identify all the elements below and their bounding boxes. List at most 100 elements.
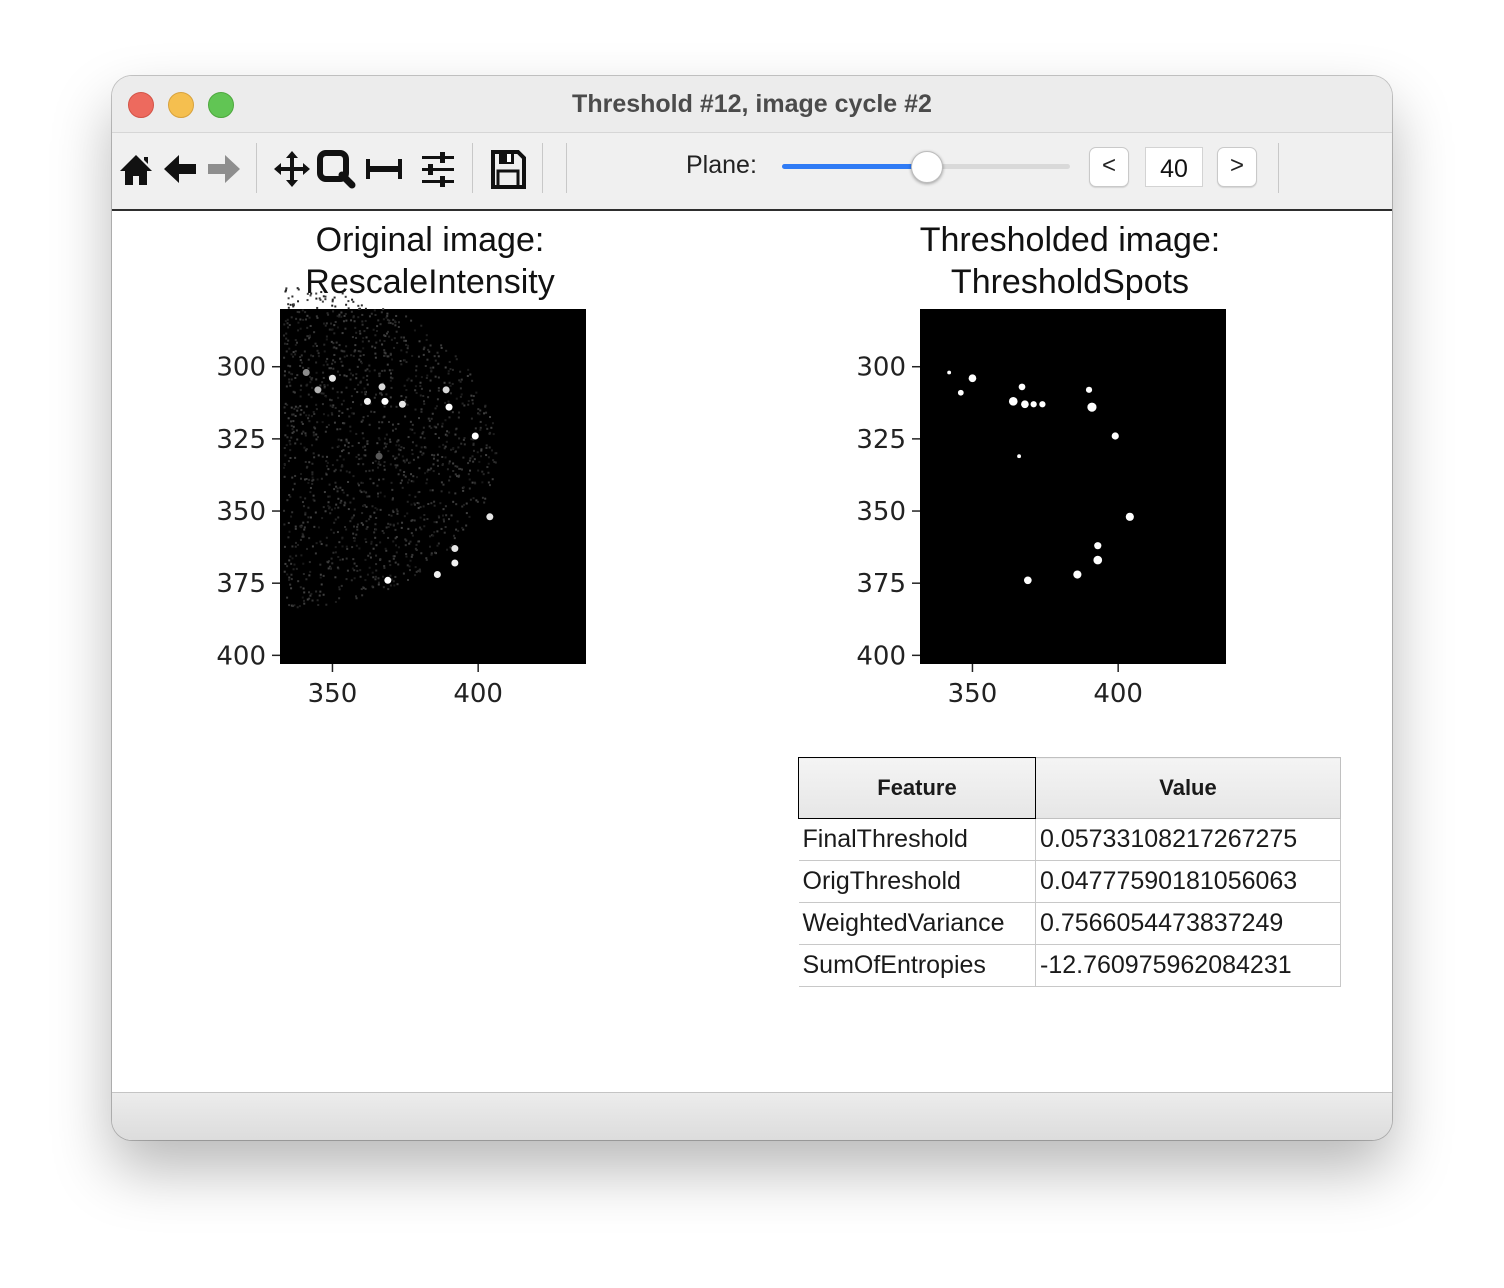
next-plane-button[interactable]: > xyxy=(1217,147,1257,187)
noise-pixel xyxy=(345,557,348,560)
noise-pixel xyxy=(478,413,481,416)
noise-pixel xyxy=(355,331,358,334)
noise-pixel xyxy=(361,320,364,323)
noise-pixel xyxy=(357,350,360,353)
noise-pixel xyxy=(474,482,477,485)
noise-pixel xyxy=(286,343,289,346)
forward-icon[interactable] xyxy=(204,147,244,191)
noise-pixel xyxy=(467,400,470,403)
noise-pixel xyxy=(389,396,392,399)
noise-pixel xyxy=(374,578,377,581)
noise-pixel xyxy=(317,454,320,457)
noise-pixel xyxy=(285,444,288,447)
home-icon[interactable] xyxy=(116,147,156,191)
noise-pixel xyxy=(353,577,356,580)
table-header-feature[interactable]: Feature xyxy=(798,757,1036,819)
thresholded-spot xyxy=(1085,386,1093,393)
table-row[interactable]: WeightedVariance 0.7566054473837249 xyxy=(798,902,1341,945)
noise-pixel xyxy=(321,421,324,424)
noise-pixel xyxy=(304,511,307,514)
back-icon[interactable] xyxy=(160,147,200,191)
noise-pixel xyxy=(397,422,400,425)
noise-pixel xyxy=(333,346,336,349)
noise-pixel xyxy=(391,358,394,361)
noise-pixel xyxy=(300,354,303,357)
noise-pixel xyxy=(440,344,443,347)
pan-icon[interactable] xyxy=(272,147,312,191)
noise-pixel xyxy=(408,478,411,481)
noise-pixel xyxy=(341,465,344,468)
table-header-value[interactable]: Value xyxy=(1035,757,1341,819)
noise-pixel xyxy=(406,403,409,406)
noise-pixel xyxy=(470,417,473,420)
noise-pixel xyxy=(436,351,439,354)
noise-pixel xyxy=(383,566,386,569)
save-icon[interactable] xyxy=(488,147,528,191)
noise-pixel xyxy=(359,354,362,357)
noise-pixel xyxy=(347,300,350,303)
noise-pixel xyxy=(467,403,470,406)
noise-pixel xyxy=(337,555,340,558)
noise-pixel xyxy=(449,368,452,371)
noise-pixel xyxy=(295,567,298,570)
noise-pixel xyxy=(417,355,420,358)
noise-pixel xyxy=(362,504,365,507)
noise-pixel xyxy=(446,468,449,471)
previous-plane-button[interactable]: < xyxy=(1089,147,1129,187)
noise-pixel xyxy=(331,304,334,307)
configure-icon[interactable] xyxy=(418,147,458,191)
noise-pixel xyxy=(440,527,443,530)
noise-pixel xyxy=(378,438,381,441)
noise-pixel xyxy=(330,557,333,560)
noise-pixel xyxy=(308,461,311,464)
plane-slider-thumb[interactable] xyxy=(911,151,943,183)
noise-pixel xyxy=(368,495,371,498)
noise-pixel xyxy=(454,492,457,495)
subplots-icon[interactable] xyxy=(364,147,404,191)
noise-pixel xyxy=(325,536,328,539)
zoom-icon[interactable] xyxy=(316,147,356,191)
noise-pixel xyxy=(388,369,391,372)
noise-pixel xyxy=(382,532,385,535)
noise-pixel xyxy=(303,478,306,481)
noise-pixel xyxy=(384,352,387,355)
noise-pixel xyxy=(437,387,440,390)
noise-pixel xyxy=(352,300,355,303)
noise-pixel xyxy=(381,530,384,533)
noise-pixel xyxy=(437,436,440,439)
noise-pixel xyxy=(471,399,474,402)
noise-pixel xyxy=(331,446,334,449)
noise-pixel xyxy=(300,409,303,412)
noise-pixel xyxy=(283,342,286,345)
noise-pixel xyxy=(368,566,371,569)
noise-pixel xyxy=(286,318,289,321)
table-row[interactable]: SumOfEntropies -12.760975962084231 xyxy=(798,944,1341,987)
table-row[interactable]: OrigThreshold 0.04777590181056063 xyxy=(798,860,1341,903)
noise-pixel xyxy=(321,455,324,458)
noise-pixel xyxy=(476,451,479,454)
spot xyxy=(445,403,453,411)
plane-number-field[interactable]: 40 xyxy=(1145,147,1203,187)
noise-pixel xyxy=(345,375,348,378)
noise-pixel xyxy=(355,377,358,380)
noise-pixel xyxy=(325,360,328,363)
noise-pixel xyxy=(467,473,470,476)
noise-pixel xyxy=(287,460,290,463)
noise-pixel xyxy=(341,350,344,353)
noise-pixel xyxy=(452,469,455,472)
noise-pixel xyxy=(333,324,336,327)
plane-slider[interactable] xyxy=(782,151,1070,183)
noise-pixel xyxy=(383,461,386,464)
noise-pixel xyxy=(364,454,367,457)
noise-pixel xyxy=(314,427,317,430)
noise-pixel xyxy=(398,444,401,447)
noise-pixel xyxy=(345,303,348,306)
noise-pixel xyxy=(332,531,335,534)
noise-pixel xyxy=(469,469,472,472)
noise-pixel xyxy=(470,394,473,397)
noise-pixel xyxy=(355,533,358,536)
table-row[interactable]: FinalThreshold 0.05733108217267275 xyxy=(798,818,1341,861)
noise-pixel xyxy=(373,531,376,534)
noise-pixel xyxy=(487,456,490,459)
noise-pixel xyxy=(463,443,466,446)
